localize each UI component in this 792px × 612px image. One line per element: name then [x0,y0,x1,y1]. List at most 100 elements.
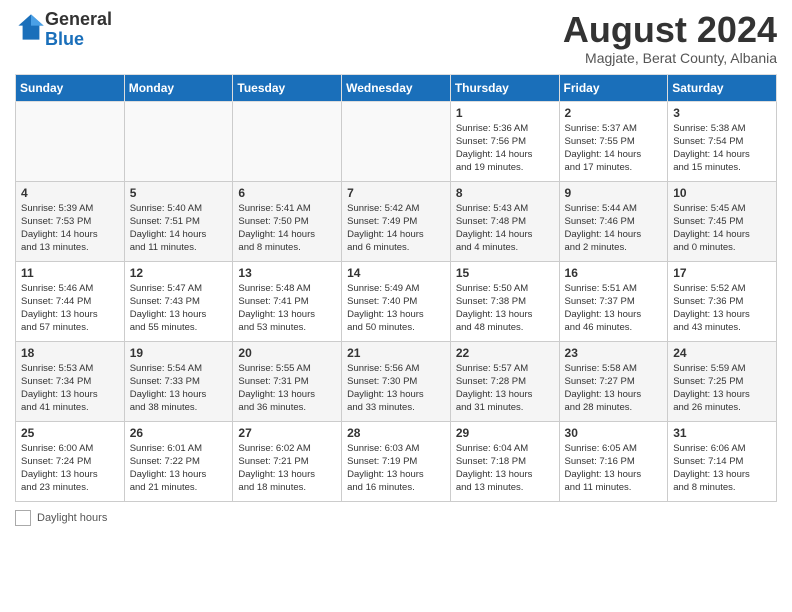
day-header-friday: Friday [559,74,668,101]
calendar-cell: 13 Sunrise: 5:48 AM Sunset: 7:41 PM Dayli… [233,261,342,341]
day-number: 23 [565,346,663,360]
calendar-cell: 28 Sunrise: 6:03 AM Sunset: 7:19 PM Dayli… [342,421,451,501]
day-number: 12 [130,266,228,280]
calendar-cell [124,101,233,181]
day-info: Sunrise: 5:37 AM Sunset: 7:55 PM Dayligh… [565,122,663,175]
day-number: 18 [21,346,119,360]
day-info: Sunrise: 6:06 AM Sunset: 7:14 PM Dayligh… [673,442,771,495]
month-title: August 2024 [563,10,777,50]
day-info: Sunrise: 5:48 AM Sunset: 7:41 PM Dayligh… [238,282,336,335]
day-number: 13 [238,266,336,280]
day-number: 9 [565,186,663,200]
calendar-cell: 7 Sunrise: 5:42 AM Sunset: 7:49 PM Daylig… [342,181,451,261]
calendar-cell: 8 Sunrise: 5:43 AM Sunset: 7:48 PM Daylig… [450,181,559,261]
page-header: General Blue August 2024 Magjate, Berat … [15,10,777,66]
calendar-cell: 5 Sunrise: 5:40 AM Sunset: 7:51 PM Daylig… [124,181,233,261]
calendar-cell: 31 Sunrise: 6:06 AM Sunset: 7:14 PM Dayli… [668,421,777,501]
day-info: Sunrise: 5:40 AM Sunset: 7:51 PM Dayligh… [130,202,228,255]
logo-text: General Blue [45,10,112,50]
day-info: Sunrise: 5:57 AM Sunset: 7:28 PM Dayligh… [456,362,554,415]
calendar-week-row: 18 Sunrise: 5:53 AM Sunset: 7:34 PM Dayli… [16,341,777,421]
day-number: 6 [238,186,336,200]
day-number: 8 [456,186,554,200]
calendar-cell: 29 Sunrise: 6:04 AM Sunset: 7:18 PM Dayli… [450,421,559,501]
calendar-footer: Daylight hours [15,510,777,526]
day-info: Sunrise: 5:58 AM Sunset: 7:27 PM Dayligh… [565,362,663,415]
day-info: Sunrise: 5:41 AM Sunset: 7:50 PM Dayligh… [238,202,336,255]
day-number: 15 [456,266,554,280]
calendar-week-row: 4Sunrise: 5:39 AM Sunset: 7:53 PM Daylig… [16,181,777,261]
day-info: Sunrise: 5:44 AM Sunset: 7:46 PM Dayligh… [565,202,663,255]
day-info: Sunrise: 5:50 AM Sunset: 7:38 PM Dayligh… [456,282,554,335]
day-number: 25 [21,426,119,440]
calendar-week-row: 25 Sunrise: 6:00 AM Sunset: 7:24 PM Dayli… [16,421,777,501]
calendar-cell [16,101,125,181]
day-number: 7 [347,186,445,200]
day-info: Sunrise: 5:55 AM Sunset: 7:31 PM Dayligh… [238,362,336,415]
day-header-thursday: Thursday [450,74,559,101]
day-number: 20 [238,346,336,360]
logo-icon [17,13,45,41]
calendar-cell: 11 Sunrise: 5:46 AM Sunset: 7:44 PM Dayli… [16,261,125,341]
day-number: 21 [347,346,445,360]
day-number: 14 [347,266,445,280]
day-info: Sunrise: 6:05 AM Sunset: 7:16 PM Dayligh… [565,442,663,495]
day-info: Sunrise: 5:45 AM Sunset: 7:45 PM Dayligh… [673,202,771,255]
calendar-cell: 27Sunrise: 6:02 AM Sunset: 7:21 PM Dayli… [233,421,342,501]
logo-general: General [45,9,112,29]
calendar-cell: 19Sunrise: 5:54 AM Sunset: 7:33 PM Dayli… [124,341,233,421]
logo: General Blue [15,10,112,50]
day-number: 4 [21,186,119,200]
day-number: 28 [347,426,445,440]
calendar-cell: 2 Sunrise: 5:37 AM Sunset: 7:55 PM Daylig… [559,101,668,181]
calendar-cell: 20 Sunrise: 5:55 AM Sunset: 7:31 PM Dayli… [233,341,342,421]
calendar-cell [342,101,451,181]
day-number: 19 [130,346,228,360]
calendar-cell [233,101,342,181]
day-number: 31 [673,426,771,440]
calendar-cell: 4Sunrise: 5:39 AM Sunset: 7:53 PM Daylig… [16,181,125,261]
day-info: Sunrise: 5:43 AM Sunset: 7:48 PM Dayligh… [456,202,554,255]
footer-legend-box [15,510,31,526]
day-info: Sunrise: 5:46 AM Sunset: 7:44 PM Dayligh… [21,282,119,335]
calendar-cell: 18 Sunrise: 5:53 AM Sunset: 7:34 PM Dayli… [16,341,125,421]
logo-blue: Blue [45,29,84,49]
day-info: Sunrise: 5:38 AM Sunset: 7:54 PM Dayligh… [673,122,771,175]
calendar-cell: 6 Sunrise: 5:41 AM Sunset: 7:50 PM Daylig… [233,181,342,261]
calendar-cell: 14 Sunrise: 5:49 AM Sunset: 7:40 PM Dayli… [342,261,451,341]
calendar-cell: 9 Sunrise: 5:44 AM Sunset: 7:46 PM Daylig… [559,181,668,261]
calendar-cell: 23 Sunrise: 5:58 AM Sunset: 7:27 PM Dayli… [559,341,668,421]
day-info: Sunrise: 6:00 AM Sunset: 7:24 PM Dayligh… [21,442,119,495]
day-number: 3 [673,106,771,120]
day-info: Sunrise: 5:53 AM Sunset: 7:34 PM Dayligh… [21,362,119,415]
calendar-cell: 24Sunrise: 5:59 AM Sunset: 7:25 PM Dayli… [668,341,777,421]
day-info: Sunrise: 5:47 AM Sunset: 7:43 PM Dayligh… [130,282,228,335]
day-number: 30 [565,426,663,440]
day-info: Sunrise: 5:51 AM Sunset: 7:37 PM Dayligh… [565,282,663,335]
day-info: Sunrise: 5:42 AM Sunset: 7:49 PM Dayligh… [347,202,445,255]
day-number: 22 [456,346,554,360]
day-number: 29 [456,426,554,440]
day-header-tuesday: Tuesday [233,74,342,101]
day-number: 11 [21,266,119,280]
footer-label: Daylight hours [37,512,107,524]
day-number: 5 [130,186,228,200]
day-info: Sunrise: 6:04 AM Sunset: 7:18 PM Dayligh… [456,442,554,495]
calendar-cell: 22 Sunrise: 5:57 AM Sunset: 7:28 PM Dayli… [450,341,559,421]
calendar-cell: 26 Sunrise: 6:01 AM Sunset: 7:22 PM Dayli… [124,421,233,501]
day-number: 2 [565,106,663,120]
day-info: Sunrise: 6:01 AM Sunset: 7:22 PM Dayligh… [130,442,228,495]
calendar-week-row: 1Sunrise: 5:36 AM Sunset: 7:56 PM Daylig… [16,101,777,181]
day-number: 1 [456,106,554,120]
calendar-cell: 16 Sunrise: 5:51 AM Sunset: 7:37 PM Dayli… [559,261,668,341]
calendar-cell: 25 Sunrise: 6:00 AM Sunset: 7:24 PM Dayli… [16,421,125,501]
calendar-cell: 1Sunrise: 5:36 AM Sunset: 7:56 PM Daylig… [450,101,559,181]
day-number: 16 [565,266,663,280]
day-info: Sunrise: 5:49 AM Sunset: 7:40 PM Dayligh… [347,282,445,335]
day-number: 10 [673,186,771,200]
day-info: Sunrise: 6:03 AM Sunset: 7:19 PM Dayligh… [347,442,445,495]
day-number: 26 [130,426,228,440]
day-info: Sunrise: 5:59 AM Sunset: 7:25 PM Dayligh… [673,362,771,415]
day-number: 17 [673,266,771,280]
day-info: Sunrise: 6:02 AM Sunset: 7:21 PM Dayligh… [238,442,336,495]
